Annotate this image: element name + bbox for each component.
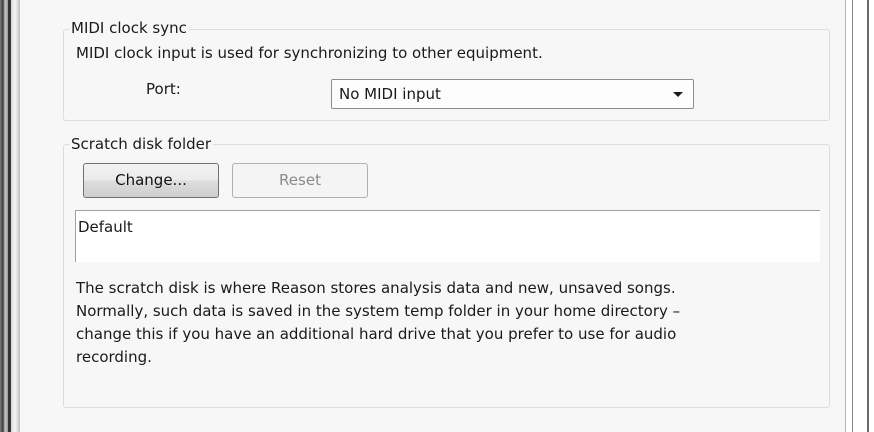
scratch-disk-description: The scratch disk is where Reason stores … <box>76 277 680 369</box>
midi-port-value: No MIDI input <box>339 85 441 103</box>
reset-button[interactable]: Reset <box>232 163 368 198</box>
port-label: Port: <box>146 80 181 98</box>
chevron-down-icon <box>673 92 683 97</box>
scratch-folder-path-field: Default <box>75 210 820 262</box>
description-line: Normally, such data is saved in the syst… <box>76 302 681 320</box>
description-line: recording. <box>76 348 152 366</box>
midi-port-dropdown[interactable]: No MIDI input <box>331 79 694 109</box>
vertical-scrollbar-track[interactable] <box>845 0 874 432</box>
window-left-edge <box>0 0 20 432</box>
description-line: change this if you have an additional ha… <box>76 325 677 343</box>
midi-clock-sync-description: MIDI clock input is used for synchronizi… <box>76 44 543 62</box>
scratch-disk-title: Scratch disk folder <box>69 135 214 153</box>
preferences-panel: MIDI clock sync MIDI clock input is used… <box>20 0 845 432</box>
midi-clock-sync-title: MIDI clock sync <box>69 19 189 37</box>
change-button[interactable]: Change... <box>83 163 219 198</box>
description-line: The scratch disk is where Reason stores … <box>76 279 676 297</box>
scratch-folder-path: Default <box>78 218 133 236</box>
